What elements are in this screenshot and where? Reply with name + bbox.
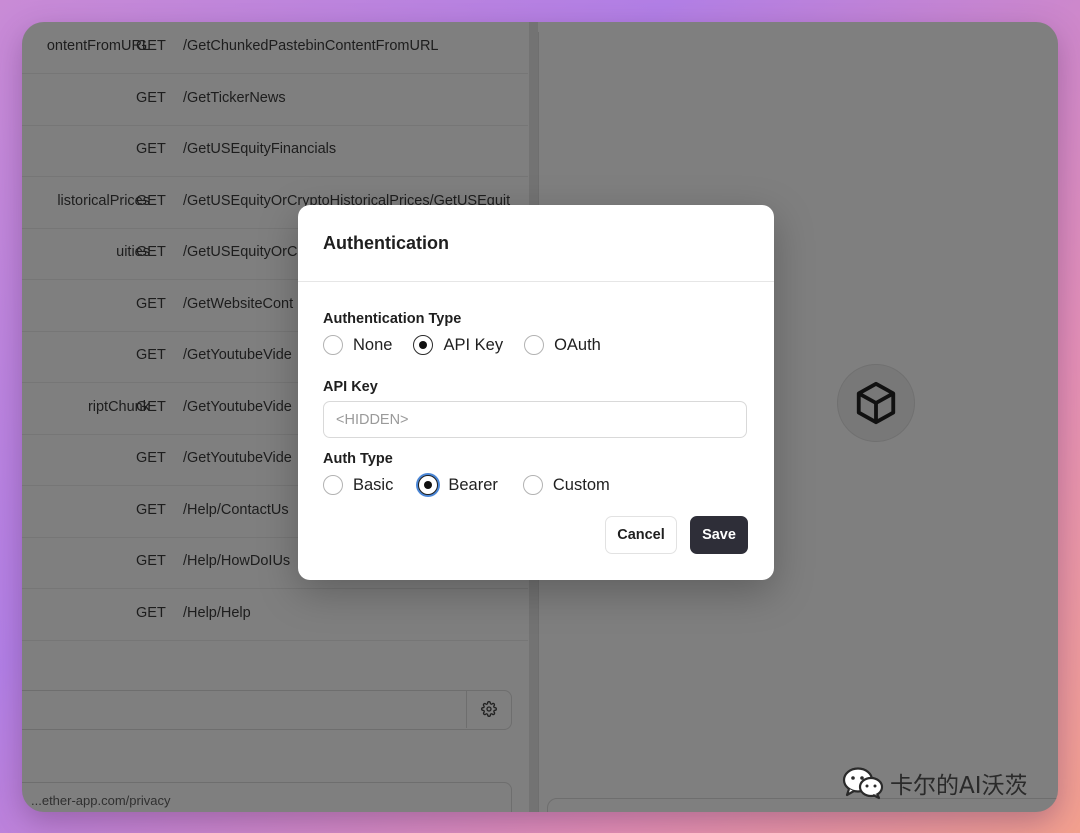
bottom-input-field[interactable] (22, 690, 512, 730)
api-key-label: API Key (323, 379, 378, 395)
endpoint-path: /GetUSEquityFinancials (183, 141, 337, 157)
endpoint-row[interactable]: ontentFromURL GET /GetChunkedPastebinCon… (22, 22, 528, 74)
auth-type-label: Authentication Type (323, 311, 462, 327)
endpoint-row[interactable]: GET /GetTickerNews (22, 74, 528, 126)
privacy-policy-field[interactable]: ...ether-app.com/privacy (22, 782, 512, 812)
auth-type-radio-group: None API Key OAuth (323, 335, 622, 355)
radio-button[interactable] (524, 335, 545, 355)
privacy-url: ...ether-app.com/privacy (31, 793, 171, 808)
endpoint-method: GET (136, 38, 166, 54)
dialog-header: Authentication (298, 205, 774, 282)
radio-label: API Key (443, 335, 504, 354)
endpoint-path: /Help/HowDoIUs (183, 553, 291, 569)
radio-button[interactable] (323, 475, 343, 495)
endpoint-method: GET (136, 502, 166, 518)
auth-kind-label: Auth Type (323, 451, 393, 467)
radio-bearer[interactable]: Bearer (418, 475, 498, 495)
radio-label: OAuth (554, 335, 601, 354)
endpoint-row[interactable]: GET /GetUSEquityFinancials (22, 125, 528, 177)
endpoint-method: GET (136, 193, 166, 209)
endpoint-path: /GetUSEquityOrC (183, 244, 298, 260)
endpoint-path: /GetYoutubeVide (183, 347, 292, 363)
endpoint-method: GET (136, 244, 166, 260)
cube-icon (856, 381, 896, 425)
endpoint-method: GET (136, 553, 166, 569)
endpoint-method: GET (136, 296, 166, 312)
radio-label: Bearer (448, 475, 498, 494)
endpoint-path: /GetChunkedPastebinContentFromURL (183, 38, 439, 54)
radio-dot (424, 481, 433, 489)
radio-label: None (353, 335, 393, 354)
endpoint-row[interactable]: GET /Help/Help (22, 589, 528, 641)
radio-dot (419, 341, 428, 349)
radio-label: Custom (552, 475, 610, 494)
gpt-avatar (837, 364, 915, 442)
radio-basic[interactable]: Basic (323, 475, 393, 495)
watermark: 卡尔的AI沃茨 (842, 766, 1028, 800)
auth-kind-radio-group: Basic Bearer Custom (323, 475, 631, 495)
endpoint-path: /GetWebsiteCont (183, 296, 294, 312)
radio-button-selected[interactable] (418, 475, 439, 495)
save-button[interactable]: Save (690, 516, 748, 554)
endpoint-method: GET (136, 347, 166, 363)
radio-api-key[interactable]: API Key (413, 335, 503, 355)
settings-button[interactable] (466, 690, 511, 728)
radio-none[interactable]: None (323, 335, 392, 355)
wechat-icon (842, 767, 884, 800)
endpoint-method: GET (136, 141, 166, 157)
dialog-title: Authentication (323, 233, 449, 253)
endpoint-name: ontentFromURL (46, 38, 150, 54)
endpoint-path: /GetYoutubeVide (183, 399, 292, 415)
endpoint-path: /Help/ContactUs (183, 502, 289, 518)
radio-button-selected[interactable] (413, 335, 434, 355)
gear-icon (481, 701, 497, 717)
radio-button[interactable] (323, 335, 343, 355)
endpoint-path: /GetYoutubeVide (183, 450, 292, 466)
radio-custom[interactable]: Custom (522, 475, 610, 495)
endpoint-method: GET (136, 90, 166, 106)
cancel-button[interactable]: Cancel (605, 516, 677, 554)
radio-button[interactable] (522, 475, 543, 495)
preview-message-input[interactable] (547, 798, 1058, 812)
endpoint-path: /GetTickerNews (183, 90, 286, 106)
watermark-text: 卡尔的AI沃茨 (890, 773, 1028, 799)
radio-oauth[interactable]: OAuth (524, 335, 601, 355)
endpoint-method: GET (136, 399, 166, 415)
radio-label: Basic (353, 475, 394, 494)
endpoint-path: /Help/Help (183, 605, 251, 621)
authentication-dialog: Authentication Authentication Type None … (298, 205, 774, 580)
api-key-input[interactable] (323, 401, 747, 438)
endpoint-method: GET (136, 450, 166, 466)
endpoint-method: GET (136, 605, 166, 621)
